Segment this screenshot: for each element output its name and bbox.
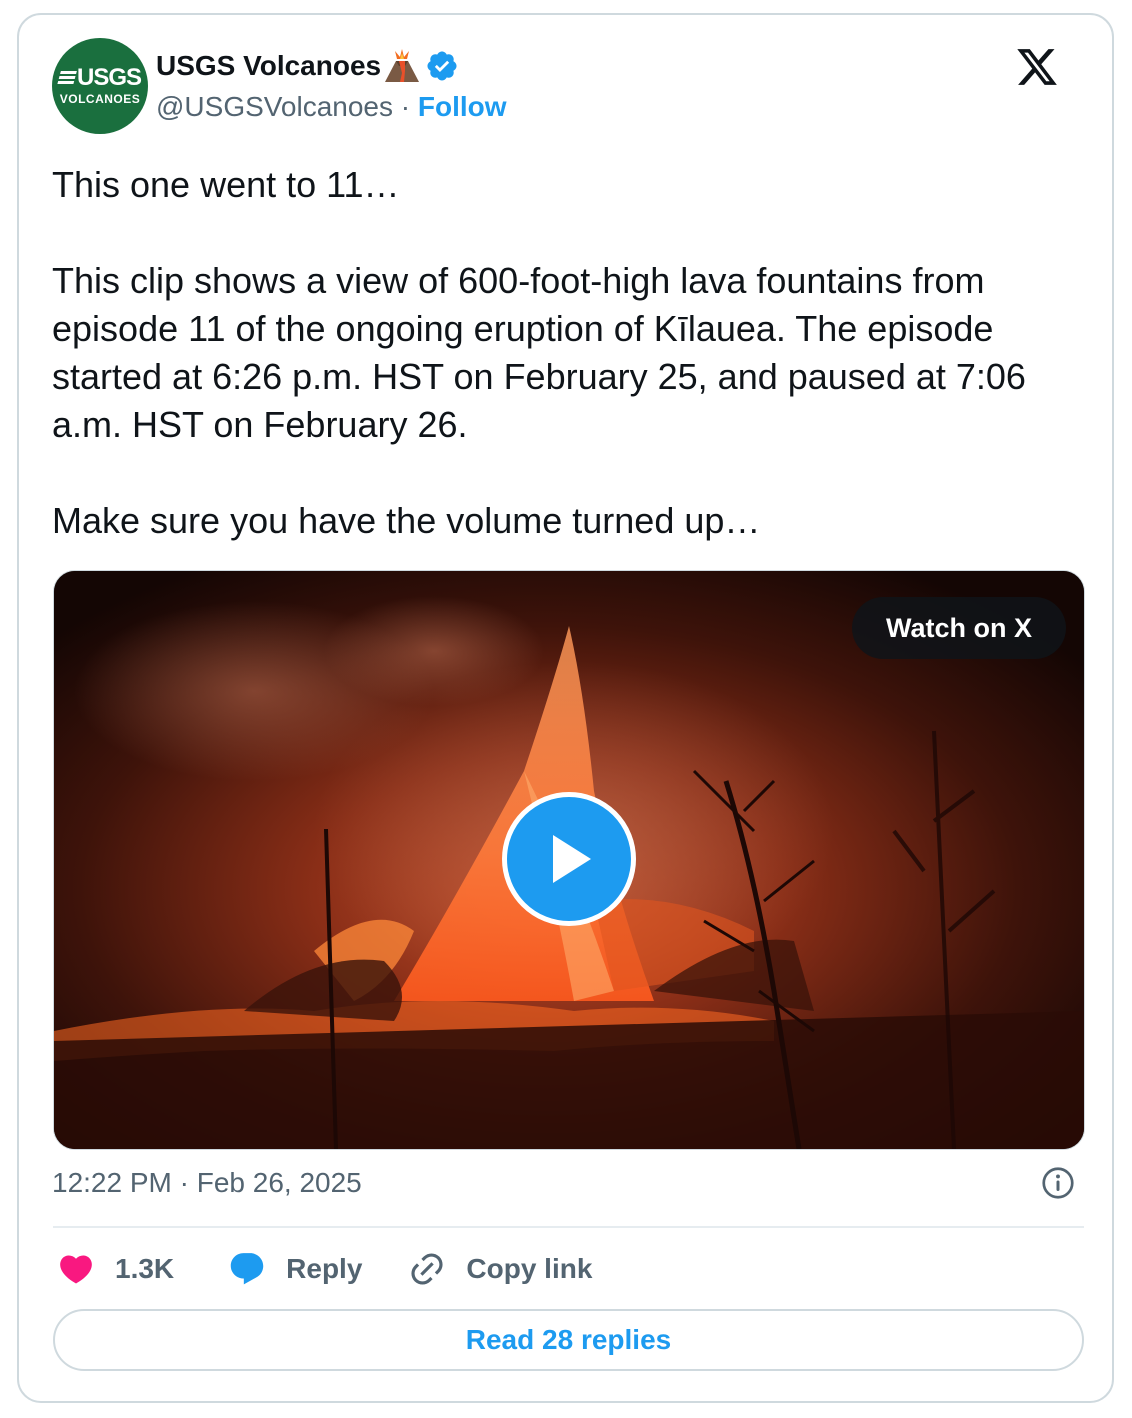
video-player[interactable]: Watch on X <box>53 570 1085 1150</box>
handle-separator: · <box>400 91 411 122</box>
like-button[interactable]: 1.3K <box>57 1250 174 1288</box>
tweet-text: This one went to 11… This clip shows a v… <box>52 161 1062 545</box>
tweet-card: USGS VOLCANOES USGS Volcanoes @USGSVolca… <box>17 13 1114 1403</box>
heart-icon <box>60 1255 92 1284</box>
author-handle-row: @USGSVolcanoes · Follow <box>156 91 507 123</box>
tweet-line-1: This one went to 11… <box>52 164 400 205</box>
tweet-timestamp[interactable]: 12:22 PM · Feb 26, 2025 <box>52 1167 362 1199</box>
copy-link-label: Copy link <box>466 1253 593 1284</box>
usgs-waves-icon <box>57 71 77 85</box>
verified-badge-icon <box>427 51 457 81</box>
read-replies-button[interactable]: Read 28 replies <box>53 1309 1084 1371</box>
follow-button[interactable]: Follow <box>418 91 507 122</box>
reply-bubble-icon <box>230 1253 264 1285</box>
divider <box>53 1226 1084 1228</box>
reply-button[interactable]: Reply <box>228 1250 362 1288</box>
volcano-emoji-icon <box>385 49 420 82</box>
watch-on-x-button[interactable]: Watch on X <box>852 597 1066 659</box>
copy-link-button[interactable]: Copy link <box>408 1250 592 1288</box>
action-bar: 1.3K Reply Copy link <box>57 1245 592 1293</box>
link-icon <box>411 1253 443 1285</box>
avatar-logo-top: USGS <box>57 64 142 91</box>
avatar-logo-subtext: VOLCANOES <box>59 92 141 106</box>
play-icon <box>553 835 591 883</box>
x-logo-icon[interactable] <box>1014 45 1060 89</box>
tweet-line-3: Make sure you have the volume turned up… <box>52 500 761 541</box>
author-name[interactable]: USGS Volcanoes <box>156 50 381 82</box>
tweet-paragraph-2: This clip shows a view of 600-foot-high … <box>52 260 1026 445</box>
play-button[interactable] <box>502 792 636 926</box>
like-count: 1.3K <box>115 1253 175 1284</box>
avatar[interactable]: USGS VOLCANOES <box>52 38 148 134</box>
reply-label: Reply <box>286 1253 363 1284</box>
avatar-logo-text: USGS <box>76 64 142 91</box>
author-handle[interactable]: @USGSVolcanoes <box>156 91 393 122</box>
author-name-row[interactable]: USGS Volcanoes <box>156 49 459 83</box>
info-icon[interactable] <box>1040 1165 1076 1201</box>
